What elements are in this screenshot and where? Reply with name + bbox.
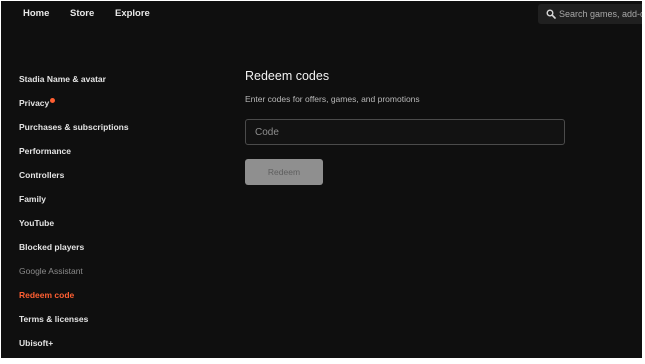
code-input-placeholder: Code [255, 127, 279, 138]
sidebar-item-family[interactable]: Family [19, 193, 46, 205]
sidebar-item-label: Terms & licenses [19, 314, 89, 324]
sidebar-item-google-assistant[interactable]: Google Assistant [19, 265, 83, 277]
nav-explore-link[interactable]: Explore [115, 8, 150, 20]
sidebar-item-label: Purchases & subscriptions [19, 122, 129, 132]
sidebar-item-label: YouTube [19, 218, 55, 228]
code-input[interactable]: Code [245, 119, 565, 145]
search-icon [546, 9, 556, 19]
sidebar-item-label: Privacy [19, 98, 50, 108]
sidebar-item-label: Redeem code [19, 290, 75, 300]
sidebar-item-label: Ubisoft+ [19, 338, 54, 348]
sidebar-item-controllers[interactable]: Controllers [19, 169, 64, 181]
sidebar-item-label: Google Assistant [19, 266, 83, 276]
sidebar-item-label: Stadia Name & avatar [19, 74, 106, 84]
sidebar-item-youtube[interactable]: YouTube [19, 217, 54, 229]
sidebar-item-label: Controllers [19, 170, 65, 180]
search-bar[interactable]: Search games, add-ons [538, 4, 642, 24]
notification-dot [50, 98, 56, 103]
stadia-settings-window: Home Store Explore Search games, add-ons… [1, 1, 642, 358]
sidebar-item-purchases-subscriptions[interactable]: Purchases & subscriptions [19, 121, 129, 133]
sidebar-item-performance[interactable]: Performance [19, 145, 71, 157]
sidebar-item-redeem-code[interactable]: Redeem code [19, 289, 74, 301]
redeem-button-label: Redeem [267, 167, 301, 177]
sidebar-item-terms-licenses[interactable]: Terms & licenses [19, 313, 88, 325]
page-title: Redeem codes [245, 69, 330, 83]
search-input-placeholder: Search games, add-ons [559, 9, 642, 19]
page-description: Enter codes for offers, games, and promo… [245, 94, 420, 104]
nav-store-link[interactable]: Store [70, 8, 94, 20]
sidebar-item-blocked-players[interactable]: Blocked players [19, 241, 84, 253]
sidebar-item-label: Performance [19, 146, 71, 156]
nav-home-link[interactable]: Home [23, 8, 49, 20]
sidebar-item-stadia-name-avatar[interactable]: Stadia Name & avatar [19, 73, 106, 85]
redeem-button[interactable]: Redeem [245, 159, 323, 185]
sidebar-item-label: Family [19, 194, 46, 204]
sidebar-item-ubisoft-plus[interactable]: Ubisoft+ [19, 337, 53, 349]
sidebar-item-privacy[interactable]: Privacy [19, 97, 56, 109]
sidebar-item-label: Blocked players [19, 242, 85, 252]
top-navigation: Home Store Explore Search games, add-ons [1, 1, 642, 27]
